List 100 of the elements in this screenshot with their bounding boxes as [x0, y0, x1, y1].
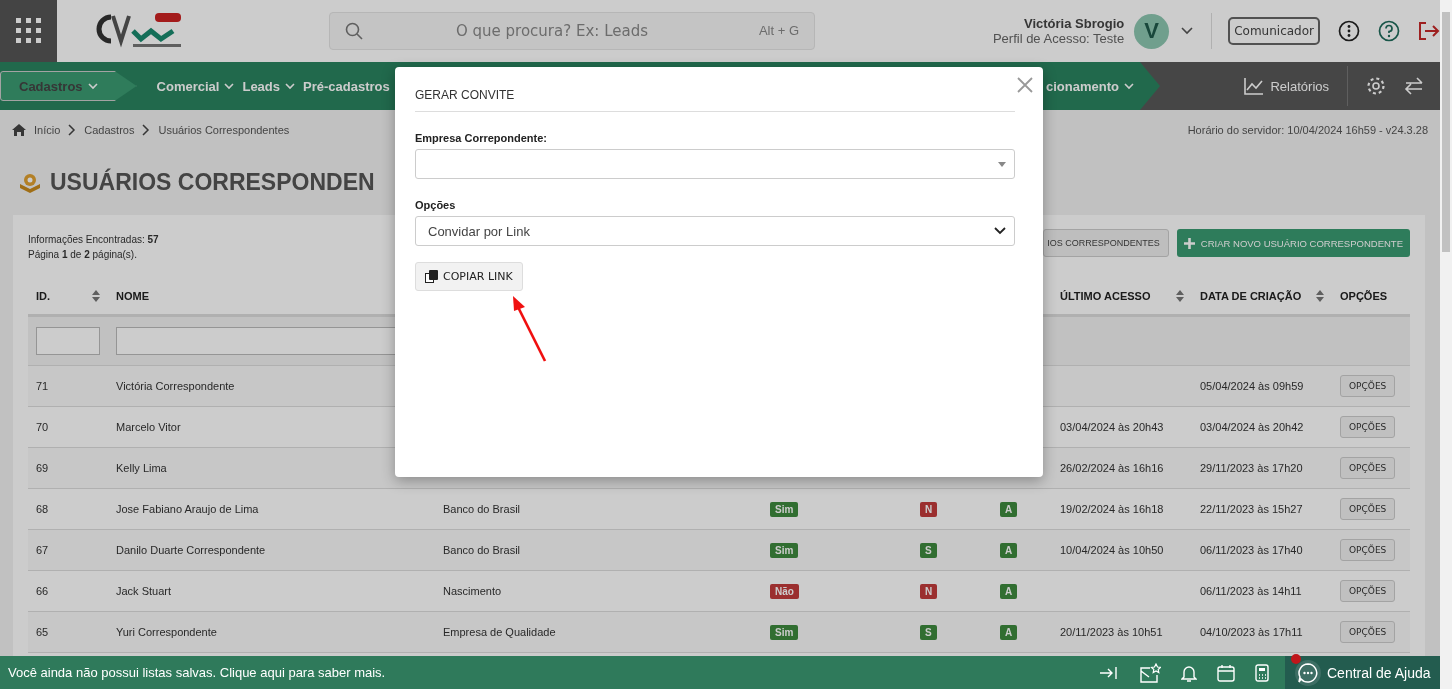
column-header: NOME	[115, 290, 150, 302]
page-info: Página 1 de 2 página(s).	[28, 248, 138, 262]
table-cell-text: 06/11/2023 às 14h11	[1199, 585, 1303, 597]
options-button[interactable]: OPÇÕES	[1340, 457, 1396, 479]
status-badge: N	[920, 583, 938, 599]
results-count: Informações Encontradas: 57	[28, 233, 159, 247]
table-cell-text: Marcelo Vitor	[115, 421, 182, 433]
table-cell-text: 03/04/2024 às 20h42	[1199, 421, 1305, 433]
status-badge: N	[920, 501, 938, 517]
calendar-icon[interactable]	[1217, 663, 1235, 682]
table-cell: 19/02/2024 às 16h18	[1060, 503, 1164, 515]
chat-icon	[1297, 661, 1319, 684]
options-button[interactable]: OPÇÕES	[1340, 416, 1396, 438]
table-cell-text: 66	[35, 585, 50, 597]
box-gear-icon	[18, 171, 42, 194]
nav-menu-item[interactable]: Leads	[242, 62, 304, 110]
close-icon[interactable]	[1017, 77, 1033, 93]
table-cell-text: 06/11/2023 às 17h40	[1199, 544, 1304, 556]
copy-link-button[interactable]: COPIAR LINK	[415, 262, 523, 291]
user-profile: Perfil de Acesso: Teste	[992, 31, 1125, 46]
breadcrumb-link[interactable]: Usuários Correspondentes	[158, 124, 290, 136]
calculator-icon[interactable]	[1255, 663, 1269, 682]
status-badge: S	[920, 624, 937, 640]
column-header: OPÇÕES	[1339, 290, 1389, 302]
plus-icon	[1183, 237, 1195, 249]
table-cell: Banco do Brasil	[443, 544, 521, 556]
options-dropdown[interactable]: Convidar por Link	[415, 216, 1015, 246]
breadcrumb-link[interactable]: Início	[34, 124, 61, 136]
user-name: Victória Sbrogio	[1024, 16, 1125, 31]
more-icon[interactable]	[1338, 20, 1360, 42]
status-badge: Sim	[770, 501, 799, 517]
scrollbar[interactable]	[1440, 0, 1452, 689]
table-cell: 20/11/2023 às 10h51	[1060, 626, 1163, 638]
column-header[interactable]: DATA DE CRIAÇÃO	[1192, 290, 1332, 302]
nav-menu-item[interactable]: Comercial	[156, 62, 243, 110]
table-cell: Banco do Brasil	[443, 503, 521, 515]
nav-menu-item[interactable]: Pré-cadastros	[303, 62, 398, 110]
table-cell-text: Yuri Correspondente	[115, 626, 218, 638]
page-title: USUÁRIOS CORRESPONDEN	[50, 169, 375, 196]
table-cell: 26/02/2024 às 16h16	[1060, 462, 1164, 474]
chevron-down-icon	[1124, 82, 1134, 90]
table-cell: Empresa de Qualidade	[443, 626, 556, 638]
table-cell-text: Danilo Duarte Correspondente	[115, 544, 267, 556]
status-badge: A	[1000, 501, 1018, 517]
chevron-down-icon	[87, 82, 98, 90]
communicator-button[interactable]: Comunicador	[1228, 17, 1320, 45]
table-cell-text: 05/04/2024 às 09h59	[1199, 380, 1305, 392]
apps-menu-button[interactable]	[0, 0, 57, 62]
table-cell-text: 71	[35, 380, 50, 392]
table-cell-text: Jose Fabiano Araujo de Lima	[115, 503, 260, 515]
server-time: Horário do servidor: 10/04/2024 16h59 - v24.3.28	[1187, 124, 1428, 136]
help-center-button[interactable]: Central de Ajuda	[1285, 656, 1440, 689]
options-button[interactable]: OPÇÕES	[1340, 539, 1396, 561]
status-badge: A	[1000, 583, 1018, 599]
table-cell-text: 22/11/2023 às 15h27	[1199, 503, 1304, 515]
chevron-down-icon	[224, 82, 235, 90]
reports-link[interactable]: Relatórios	[1244, 77, 1329, 95]
saved-lists-message[interactable]: Você ainda não possui listas salvas. Clique aqui para saber mais.	[0, 665, 386, 680]
logout-icon[interactable]	[1418, 21, 1440, 41]
copy-icon	[425, 270, 438, 283]
help-icon[interactable]	[1378, 20, 1400, 42]
options-button[interactable]: OPÇÕES	[1340, 621, 1396, 643]
table-cell-text: 69	[35, 462, 50, 474]
status-badge: Não	[770, 583, 799, 599]
table-cell: 10/04/2024 às 10h50	[1060, 544, 1164, 556]
grid-icon	[15, 18, 42, 44]
status-badge: S	[920, 542, 937, 558]
chevron-down-icon[interactable]	[1181, 27, 1194, 35]
column-header[interactable]: ÚLTIMO ACESSO	[1052, 290, 1192, 302]
chevron-down-icon	[285, 82, 296, 90]
breadcrumb-link[interactable]: Cadastros	[84, 124, 135, 136]
line-chart-icon	[1244, 77, 1265, 95]
id-filter-field[interactable]	[36, 327, 100, 355]
table-cell-text: Victória Correspondente	[115, 380, 236, 392]
chevron-right-icon	[142, 124, 151, 136]
star-envelope-icon[interactable]	[1139, 662, 1161, 683]
swap-arrows-icon[interactable]	[1404, 77, 1424, 95]
options-button[interactable]: OPÇÕES	[1340, 498, 1396, 520]
table-cell-text: 04/10/2023 às 17h11	[1199, 626, 1304, 638]
sort-icon[interactable]	[92, 290, 100, 302]
sort-icon[interactable]	[1316, 290, 1324, 302]
chevron-down-icon	[994, 227, 1006, 235]
options-button[interactable]: OPÇÕES	[1340, 375, 1396, 397]
collapse-icon[interactable]	[1099, 664, 1119, 681]
settings-icon[interactable]	[1366, 76, 1386, 96]
bell-icon[interactable]	[1181, 663, 1197, 682]
table-cell: Nascimento	[443, 585, 502, 597]
table-cell-text: 68	[35, 503, 50, 515]
table-cell-text: 29/11/2023 às 17h20	[1199, 462, 1304, 474]
status-badge: A	[1000, 542, 1018, 558]
correspondents-button[interactable]: IOS CORRESPONDENTES	[1043, 229, 1169, 257]
column-header[interactable]: ID.	[28, 290, 108, 302]
options-button[interactable]: OPÇÕES	[1340, 580, 1396, 602]
dialog-title: GERAR CONVITE	[415, 87, 515, 102]
table-cell-text: 65	[35, 626, 50, 638]
nav-menu-item[interactable]: cionamento	[1046, 62, 1134, 110]
sort-icon[interactable]	[1176, 290, 1184, 302]
search-icon	[345, 22, 363, 40]
home-icon[interactable]	[12, 124, 26, 136]
scrollbar-thumb[interactable]	[1442, 12, 1450, 252]
